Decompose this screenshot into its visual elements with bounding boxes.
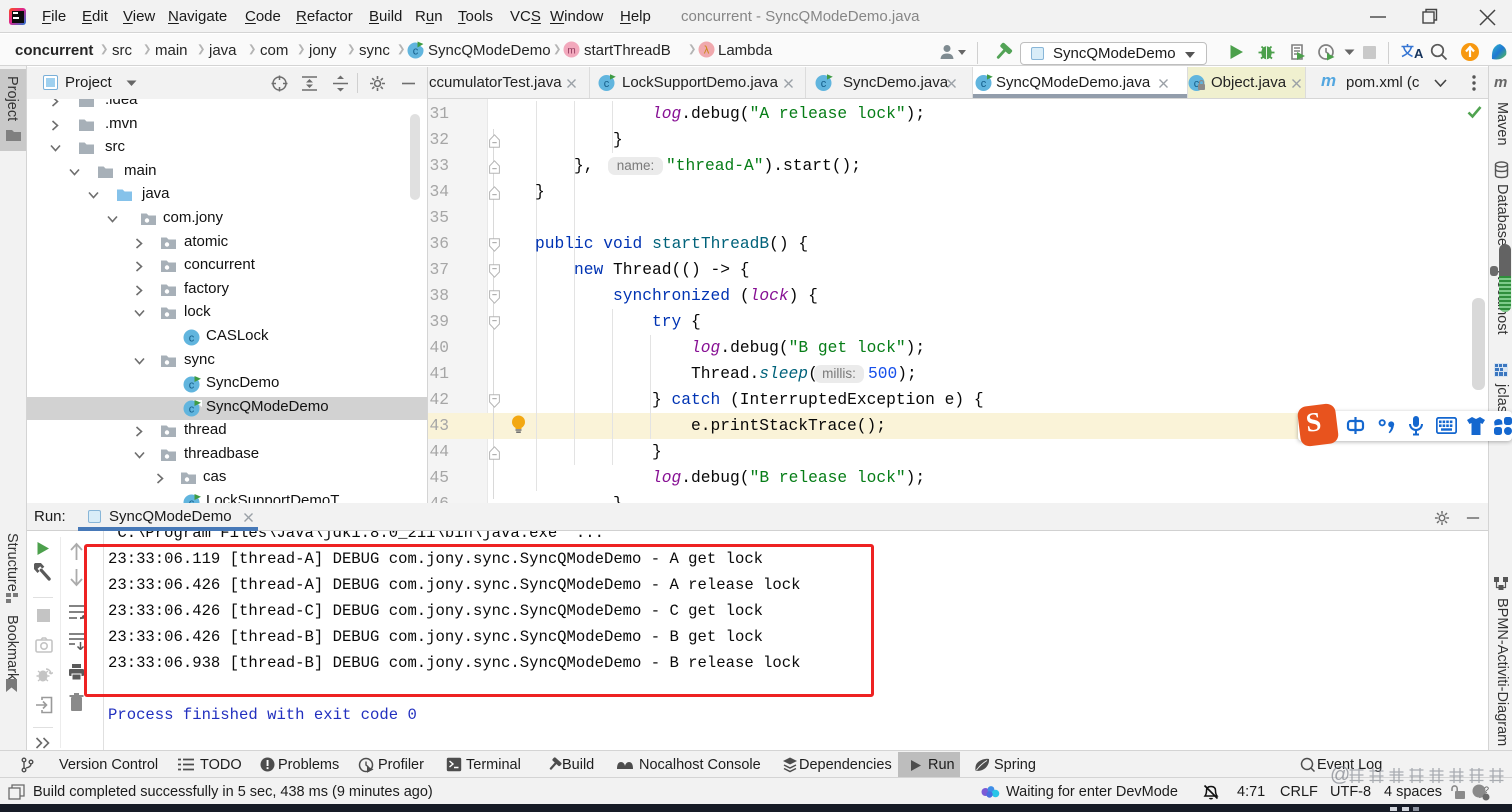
svg-text:c: c: [189, 380, 195, 392]
svg-text:c: c: [189, 333, 195, 345]
svg-text:c: c: [604, 78, 610, 90]
svg-text:m: m: [567, 46, 575, 57]
svg-text:c: c: [821, 78, 827, 90]
svg-text:c: c: [189, 404, 195, 416]
svg-text:c: c: [981, 78, 987, 90]
svg-text:c: c: [413, 46, 419, 58]
svg-text:?: ?: [1484, 785, 1489, 795]
svg-text:λ: λ: [704, 45, 710, 57]
